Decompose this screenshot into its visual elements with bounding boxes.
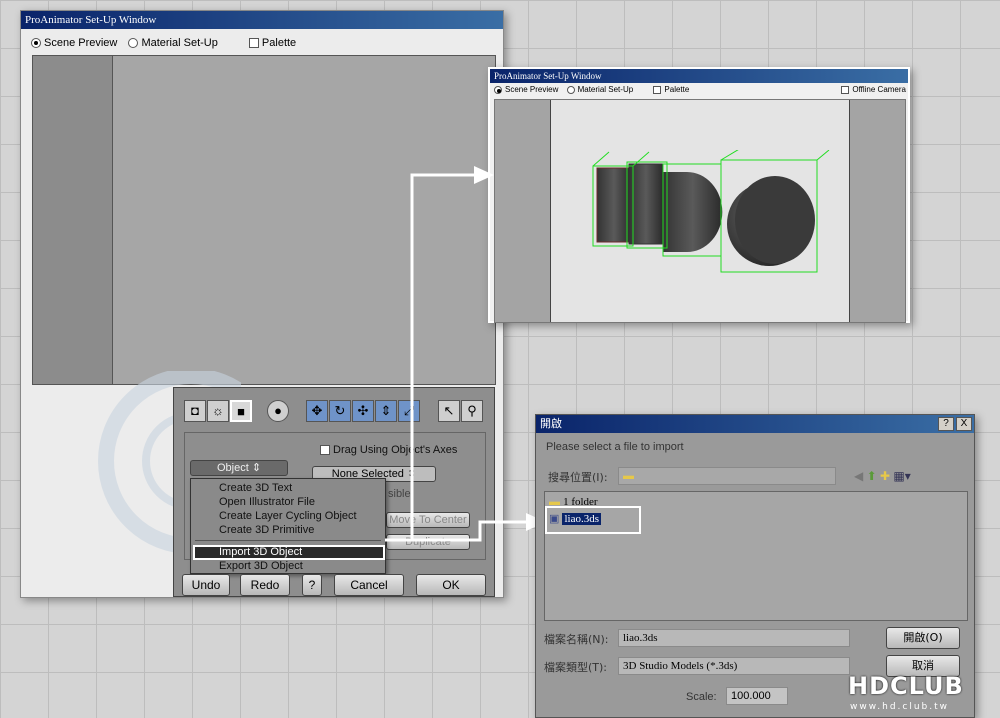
hdclub-url: www.hd.club.tw bbox=[850, 702, 950, 712]
open-button[interactable]: 開啟(O) bbox=[886, 627, 960, 649]
scale-label: Scale: bbox=[686, 691, 717, 703]
hdclub-logo: HDCLUB bbox=[848, 672, 964, 700]
lookin-label: 搜尋位置(I): bbox=[548, 471, 608, 484]
file-list[interactable]: ▬ 1 folder ▣ liao.3ds bbox=[544, 491, 968, 621]
folder-icon: ▬ bbox=[623, 470, 634, 482]
filetype-value: 3D Studio Models (*.3ds) bbox=[623, 660, 738, 672]
filetype-dropdown[interactable]: 3D Studio Models (*.3ds) bbox=[618, 657, 850, 675]
up-folder-icon[interactable]: ⬆ bbox=[867, 469, 877, 483]
scale-input[interactable]: 100.000 bbox=[726, 687, 788, 705]
filename-input[interactable]: liao.3ds bbox=[618, 629, 850, 647]
back-icon[interactable]: ◀ bbox=[854, 469, 863, 483]
dialog-help-button[interactable]: ? bbox=[938, 417, 954, 431]
dialog-nav-icons: ◀ ⬆ ✚ ▦▾ bbox=[854, 469, 911, 483]
view-menu-icon[interactable]: ▦▾ bbox=[893, 469, 910, 483]
dialog-close-button[interactable]: X bbox=[956, 417, 972, 431]
new-folder-icon[interactable]: ✚ bbox=[880, 469, 890, 483]
open-dialog-title: 開啟 bbox=[536, 415, 974, 433]
filename-label: 檔案名稱(N): bbox=[544, 633, 609, 646]
dialog-hint: Please select a file to import bbox=[546, 441, 684, 453]
file-highlight-box bbox=[545, 506, 641, 534]
filetype-label: 檔案類型(T): bbox=[544, 661, 608, 674]
lookin-dropdown[interactable]: ▬ bbox=[618, 467, 836, 485]
